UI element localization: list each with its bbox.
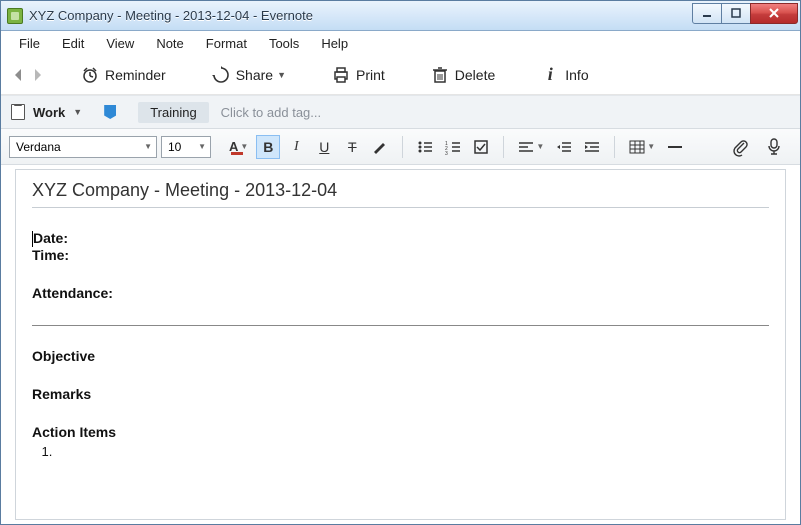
chevron-down-icon: ▼ <box>73 107 82 117</box>
separator <box>402 136 403 158</box>
print-button[interactable]: Print <box>322 62 395 88</box>
chevron-down-icon: ▼ <box>647 142 655 151</box>
nav-back-button[interactable] <box>11 64 25 86</box>
italic-button[interactable]: I <box>284 135 308 159</box>
chevron-down-icon: ▼ <box>198 142 206 151</box>
paperclip-icon <box>732 139 748 155</box>
notebook-toolbar: Work ▼ Training Click to add tag... <box>1 95 800 129</box>
chevron-down-icon: ▼ <box>240 142 248 151</box>
main-toolbar: Reminder Share ▼ Print Delete i Info <box>1 55 800 95</box>
chevron-down-icon: ▼ <box>277 70 286 80</box>
delete-button[interactable]: Delete <box>421 62 505 88</box>
notebook-selector[interactable]: Work <box>33 105 65 120</box>
font-family-value: Verdana <box>16 140 61 154</box>
time-label: Time: <box>32 247 769 263</box>
menu-format[interactable]: Format <box>196 34 257 53</box>
note-body[interactable]: XYZ Company - Meeting - 2013-12-04 Date:… <box>16 170 785 479</box>
strikethrough-button[interactable]: T <box>340 135 364 159</box>
format-toolbar: Verdana ▼ 10 ▼ A ▼ B I U T 123 ▼ ▼ <box>1 129 800 165</box>
menu-file[interactable]: File <box>9 34 50 53</box>
bold-button[interactable]: B <box>256 135 280 159</box>
font-color-button[interactable]: A ▼ <box>225 135 252 159</box>
remarks-label: Remarks <box>32 386 769 402</box>
font-size-select[interactable]: 10 ▼ <box>161 136 211 158</box>
table-button[interactable]: ▼ <box>625 135 659 159</box>
font-family-select[interactable]: Verdana ▼ <box>9 136 157 158</box>
svg-text:3: 3 <box>445 151 448 157</box>
print-label: Print <box>356 67 385 83</box>
menu-bar: File Edit View Note Format Tools Help <box>1 31 800 55</box>
objective-label: Objective <box>32 348 769 364</box>
font-size-value: 10 <box>168 140 181 154</box>
microphone-icon <box>767 138 781 156</box>
tag-icon <box>104 105 116 119</box>
window-title: XYZ Company - Meeting - 2013-12-04 - Eve… <box>29 8 693 23</box>
evernote-icon <box>7 8 23 24</box>
clock-icon <box>81 66 99 84</box>
horizontal-rule-button[interactable] <box>663 135 687 159</box>
tag-chip[interactable]: Training <box>138 102 208 123</box>
chevron-down-icon: ▼ <box>536 142 544 151</box>
menu-note[interactable]: Note <box>146 34 193 53</box>
separator <box>614 136 615 158</box>
separator <box>503 136 504 158</box>
window-titlebar: XYZ Company - Meeting - 2013-12-04 - Eve… <box>1 1 800 31</box>
attendance-label: Attendance: <box>32 285 769 301</box>
audio-button[interactable] <box>762 135 786 159</box>
share-label: Share <box>236 67 273 83</box>
info-label: Info <box>565 67 588 83</box>
align-button[interactable]: ▼ <box>514 135 548 159</box>
outdent-button[interactable] <box>552 135 576 159</box>
delete-label: Delete <box>455 67 495 83</box>
minimize-button[interactable] <box>692 3 722 24</box>
notebook-icon <box>11 104 25 120</box>
checkbox-button[interactable] <box>469 135 493 159</box>
action-items-label: Action Items <box>32 424 769 440</box>
close-button[interactable] <box>750 3 798 24</box>
maximize-button[interactable] <box>721 3 751 24</box>
window-controls <box>693 3 798 25</box>
note-title[interactable]: XYZ Company - Meeting - 2013-12-04 <box>32 178 769 208</box>
info-icon: i <box>541 66 559 84</box>
share-button[interactable]: Share ▼ <box>202 62 296 88</box>
menu-view[interactable]: View <box>96 34 144 53</box>
highlight-button[interactable] <box>368 135 392 159</box>
horizontal-rule <box>32 325 769 326</box>
info-button[interactable]: i Info <box>531 62 598 88</box>
trash-icon <box>431 66 449 84</box>
menu-edit[interactable]: Edit <box>52 34 94 53</box>
list-item[interactable] <box>56 444 769 459</box>
bullet-list-button[interactable] <box>413 135 437 159</box>
action-items-list[interactable] <box>56 444 769 459</box>
printer-icon <box>332 66 350 84</box>
reminder-button[interactable]: Reminder <box>71 62 176 88</box>
highlighter-icon <box>372 139 388 155</box>
menu-help[interactable]: Help <box>311 34 358 53</box>
attachment-button[interactable] <box>728 135 752 159</box>
reminder-label: Reminder <box>105 67 166 83</box>
share-icon <box>212 66 230 84</box>
chevron-down-icon: ▼ <box>144 142 152 151</box>
date-label: Date: <box>33 230 68 246</box>
add-tag-input[interactable]: Click to add tag... <box>217 105 321 120</box>
editor-area[interactable]: XYZ Company - Meeting - 2013-12-04 Date:… <box>15 169 786 520</box>
nav-forward-button[interactable] <box>31 64 45 86</box>
menu-tools[interactable]: Tools <box>259 34 309 53</box>
indent-button[interactable] <box>580 135 604 159</box>
underline-button[interactable]: U <box>312 135 336 159</box>
numbered-list-button[interactable]: 123 <box>441 135 465 159</box>
